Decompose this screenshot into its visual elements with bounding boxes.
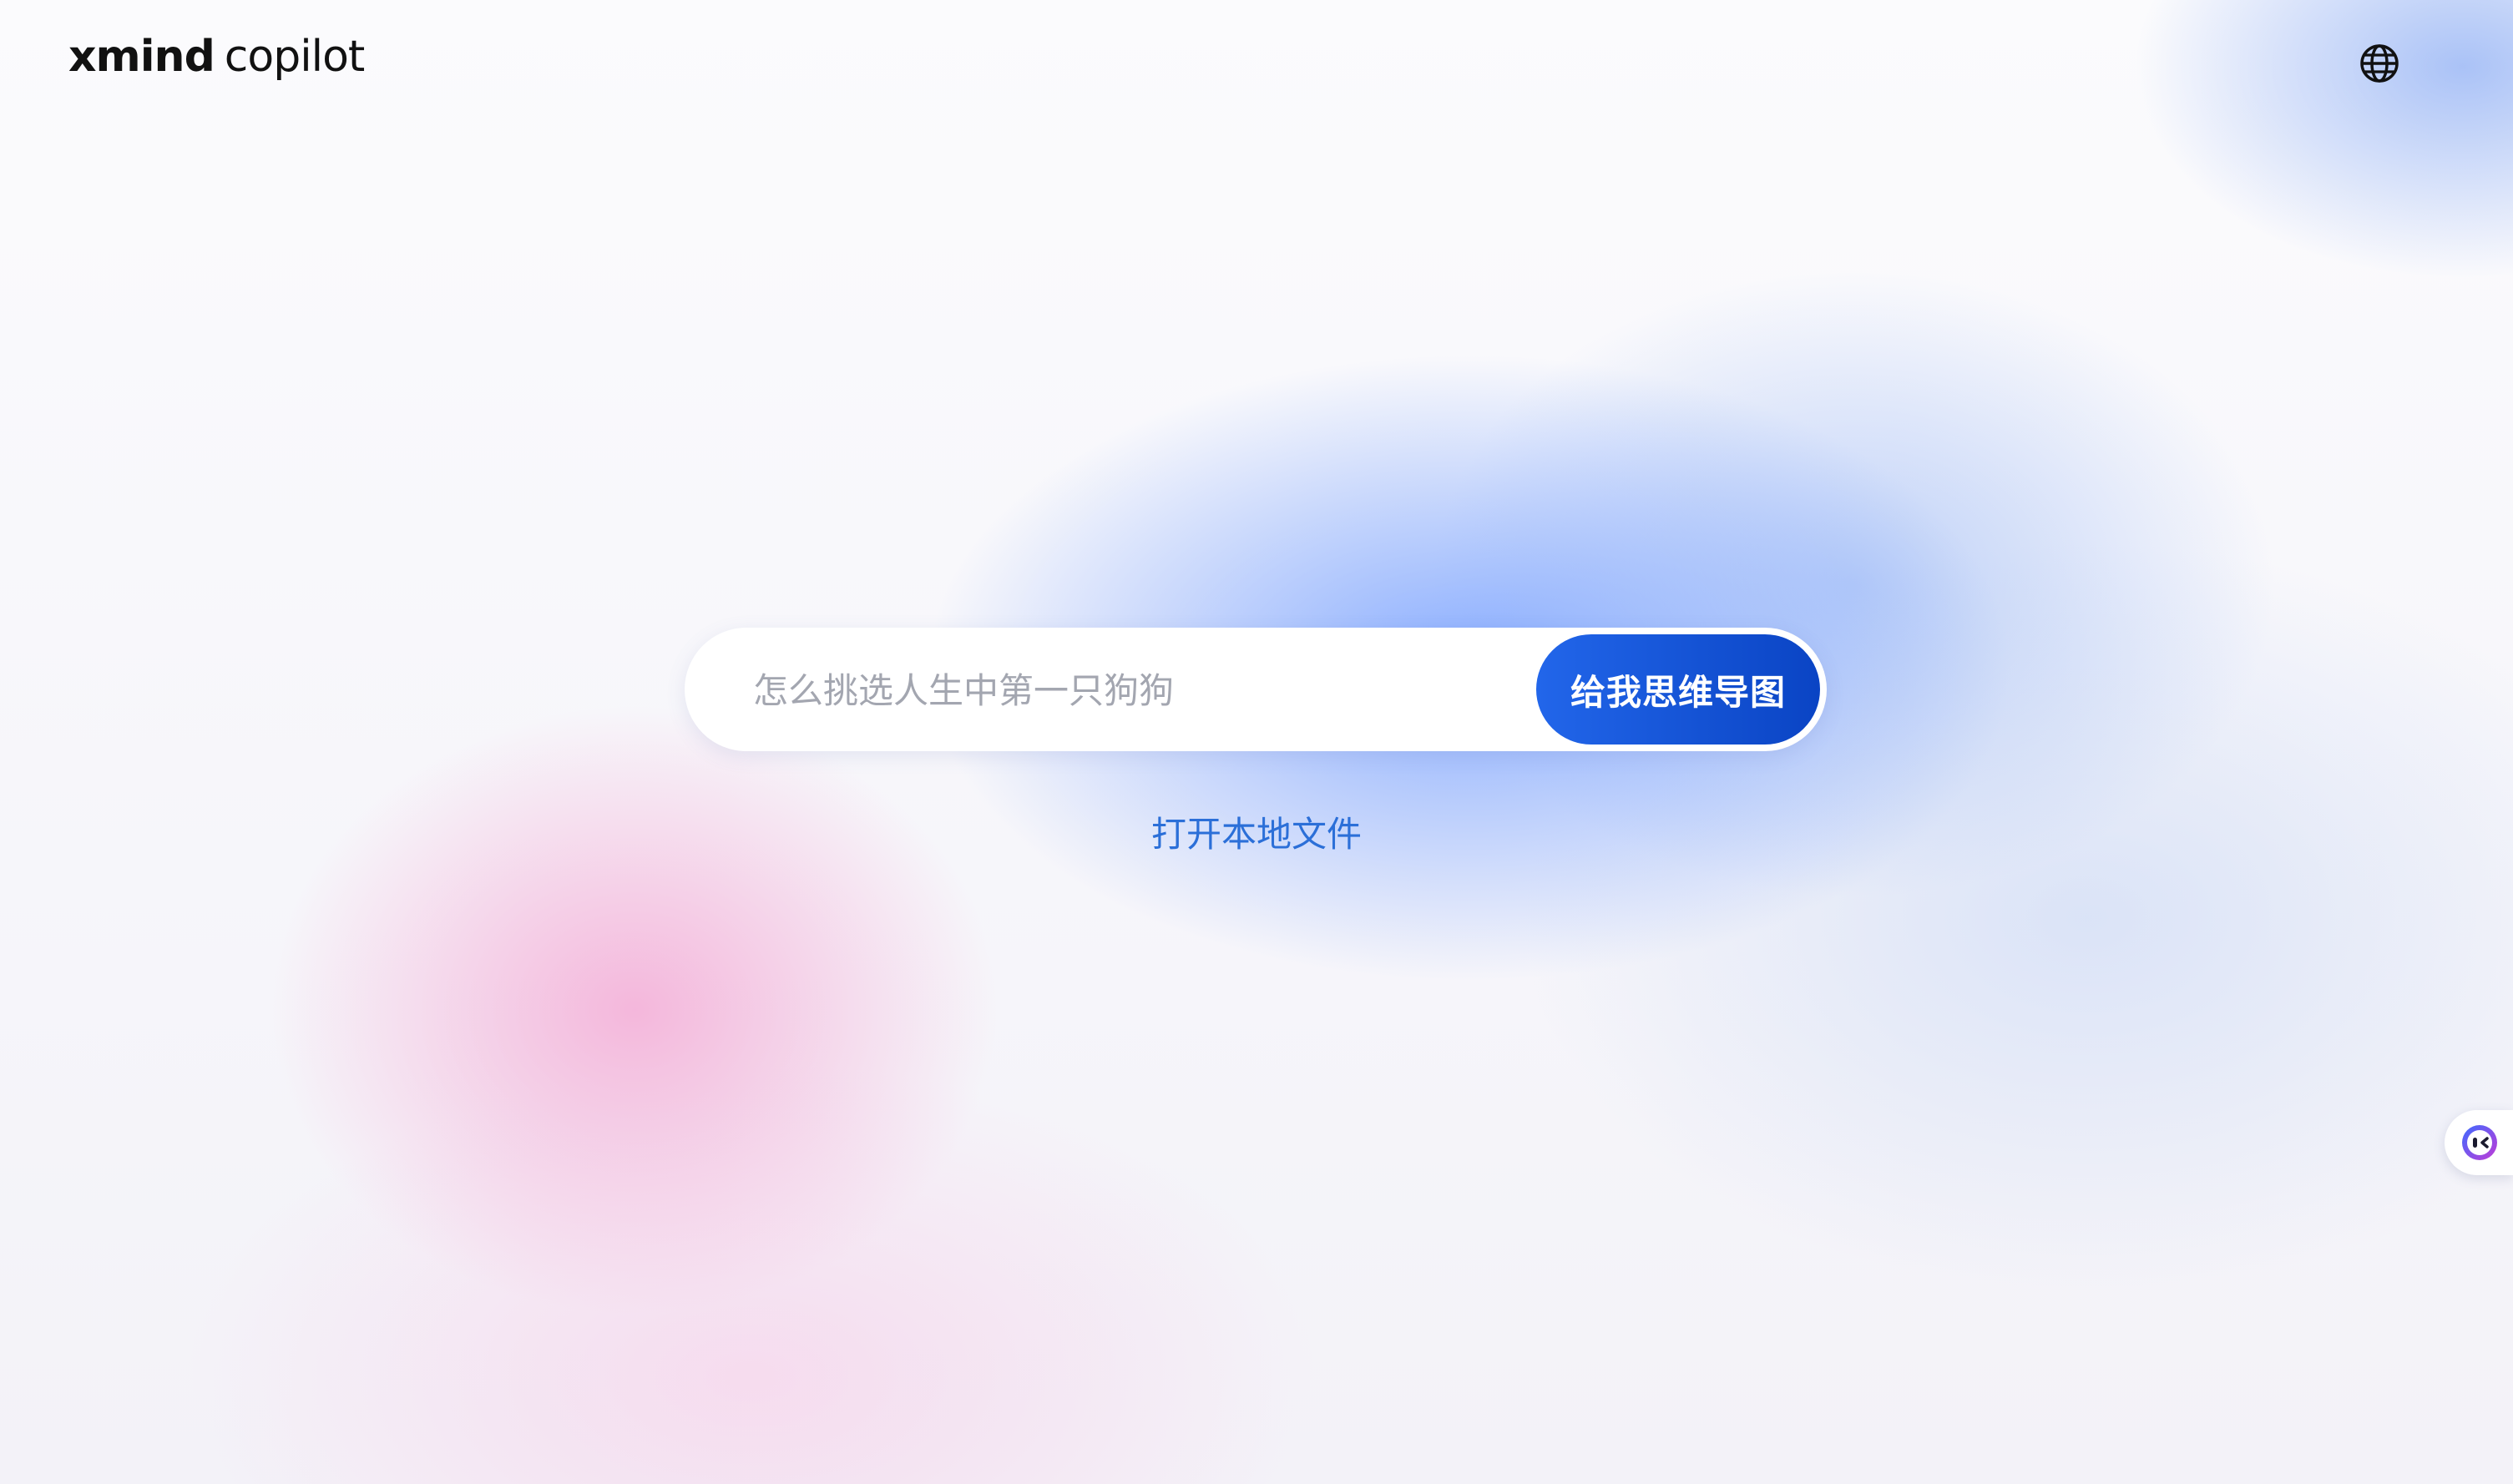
globe-icon — [2360, 44, 2399, 83]
logo[interactable]: xmind copilot — [68, 32, 366, 82]
assistant-button[interactable] — [2445, 1110, 2513, 1175]
language-button[interactable] — [2358, 42, 2401, 85]
robot-face-icon — [2462, 1125, 2497, 1160]
generate-mindmap-button[interactable]: 给我思维导图 — [1536, 634, 1820, 745]
logo-brand: xmind — [68, 32, 215, 82]
open-local-file-link[interactable]: 打开本地文件 — [1085, 806, 1428, 857]
logo-product: copilot — [224, 32, 366, 82]
topic-input[interactable] — [751, 653, 1523, 728]
page: xmindcopilot 给我思维导图 打开本地文件 — [0, 0, 2513, 1484]
search-bar: 给我思维导图 — [685, 628, 1827, 751]
